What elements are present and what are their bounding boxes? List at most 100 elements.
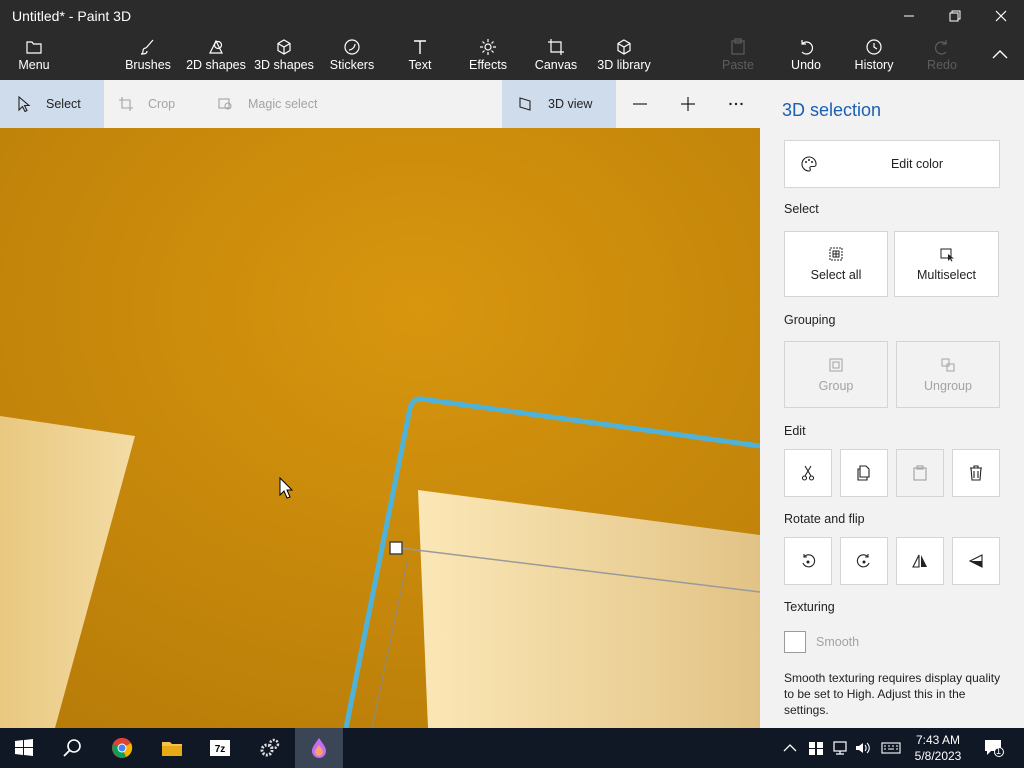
text-button[interactable]: Text: [402, 32, 438, 80]
clock-time: 7:43 AM: [915, 733, 961, 747]
file-explorer-taskbar-button[interactable]: [148, 728, 196, 768]
title-bar: Untitled* - Paint 3D: [0, 0, 1024, 32]
defender-tray-button[interactable]: [806, 728, 826, 768]
3d-shapes-button[interactable]: 3D shapes: [254, 32, 314, 80]
more-options-button[interactable]: [716, 80, 756, 128]
minimize-button[interactable]: [886, 0, 932, 32]
crop-icon: [119, 97, 133, 111]
settings-app-taskbar-button[interactable]: [246, 728, 294, 768]
flip-horizontal-button[interactable]: [896, 537, 944, 585]
drawing-canvas[interactable]: [0, 128, 760, 728]
restore-button[interactable]: [932, 0, 978, 32]
windows-security-icon: [809, 742, 823, 755]
stickers-button[interactable]: Stickers: [328, 32, 376, 80]
chevron-up-icon: [783, 744, 797, 752]
paste-label: Paste: [722, 58, 754, 72]
delete-button[interactable]: [952, 449, 1000, 497]
menu-button[interactable]: Menu: [12, 32, 56, 80]
paste-icon: [731, 38, 745, 55]
show-hidden-icons-button[interactable]: [780, 728, 800, 768]
sticker-icon: [344, 39, 360, 55]
3d-shapes-label: 3D shapes: [254, 58, 314, 72]
collapse-ribbon-button[interactable]: [986, 32, 1014, 80]
group-button[interactable]: Group: [784, 341, 888, 408]
ungroup-icon: [941, 358, 955, 371]
menu-label: Menu: [18, 58, 50, 72]
start-button[interactable]: [0, 728, 48, 768]
rotate-right-button[interactable]: [840, 537, 888, 585]
3d-library-icon: [617, 39, 631, 55]
7zip-icon: 7z: [210, 740, 230, 756]
7zip-taskbar-button[interactable]: 7z: [196, 728, 244, 768]
cut-button[interactable]: [784, 449, 832, 497]
chrome-taskbar-button[interactable]: [98, 728, 146, 768]
multiselect-button[interactable]: Multiselect: [894, 231, 999, 297]
toolbar: Select Crop Magic select 3D view: [0, 80, 760, 128]
undo-icon: [801, 40, 813, 55]
copy-button[interactable]: [840, 449, 888, 497]
taskbar-clock[interactable]: 7:43 AM 5/8/2023: [900, 732, 976, 764]
brushes-button[interactable]: Brushes: [124, 32, 172, 80]
network-icon: [833, 741, 847, 755]
flip-vertical-button[interactable]: [952, 537, 1000, 585]
edit-color-button[interactable]: Edit color: [784, 140, 1000, 188]
folder-icon: [162, 742, 182, 756]
select-section-label: Select: [784, 202, 819, 216]
ungroup-button[interactable]: Ungroup: [896, 341, 1000, 408]
zoom-out-button[interactable]: [620, 80, 660, 128]
effects-button[interactable]: Effects: [466, 32, 510, 80]
zoom-in-button[interactable]: [668, 80, 708, 128]
ribbon: Menu Brushes 2D shapes 3D shapes Sticker…: [0, 32, 1024, 80]
smooth-checkbox-row[interactable]: Smooth: [784, 630, 859, 654]
network-tray-button[interactable]: [830, 728, 850, 768]
notification-count-badge: 1: [996, 746, 1002, 756]
magic-select-button[interactable]: Magic select: [218, 80, 317, 128]
paste-panel-button[interactable]: [896, 449, 944, 497]
undo-button[interactable]: Undo: [786, 32, 826, 80]
select-tool-button[interactable]: Select: [0, 80, 104, 128]
close-button[interactable]: [978, 0, 1024, 32]
volume-tray-button[interactable]: [852, 728, 874, 768]
group-label: Group: [818, 378, 854, 393]
action-center-button[interactable]: 1: [980, 728, 1008, 768]
undo-label: Undo: [791, 58, 821, 72]
history-button[interactable]: History: [850, 32, 898, 80]
crop-tool-button[interactable]: Crop: [118, 80, 175, 128]
2d-shapes-button[interactable]: 2D shapes: [186, 32, 246, 80]
2d-shapes-label: 2D shapes: [186, 58, 246, 72]
3d-view-button[interactable]: 3D view: [502, 80, 616, 128]
paste-button[interactable]: Paste: [718, 32, 758, 80]
select-all-button[interactable]: Select all: [784, 231, 888, 297]
search-icon: [63, 739, 81, 757]
multiselect-label: Multiselect: [916, 268, 977, 282]
scissors-icon: [801, 465, 815, 481]
windows-logo-icon: [15, 739, 33, 756]
rotate-right-icon: [856, 554, 870, 568]
group-icon: [829, 358, 843, 371]
paint-3d-taskbar-button[interactable]: [295, 728, 343, 768]
taskbar: 7z 7:43 AM 5/8/2023 1: [0, 728, 1024, 768]
restore-icon: [949, 10, 961, 22]
chevron-up-icon: [992, 50, 1008, 59]
3d-selection-panel: 3D selection Edit color Select Select al…: [760, 80, 1024, 728]
smooth-checkbox[interactable]: [784, 631, 806, 653]
cursor-icon: [18, 96, 31, 112]
canvas-button[interactable]: Canvas: [534, 32, 578, 80]
window-title: Untitled* - Paint 3D: [12, 8, 132, 24]
smooth-label: Smooth: [816, 635, 860, 649]
paste-icon: [913, 465, 927, 481]
redo-button[interactable]: Redo: [924, 32, 960, 80]
3d-library-label: 3D library: [597, 58, 651, 72]
rotate-left-button[interactable]: [784, 537, 832, 585]
selection-handle[interactable]: [389, 541, 403, 555]
grouping-section-label: Grouping: [784, 313, 836, 327]
redo-label: Redo: [927, 58, 957, 72]
ungroup-label: Ungroup: [924, 378, 972, 393]
2d-shapes-icon: [209, 39, 223, 54]
close-icon: [995, 10, 1007, 22]
3d-library-button[interactable]: 3D library: [596, 32, 652, 80]
chrome-icon: [112, 737, 133, 758]
select-tool-label: Select: [46, 97, 81, 111]
search-button[interactable]: [48, 728, 96, 768]
panel-title: 3D selection: [782, 100, 882, 120]
